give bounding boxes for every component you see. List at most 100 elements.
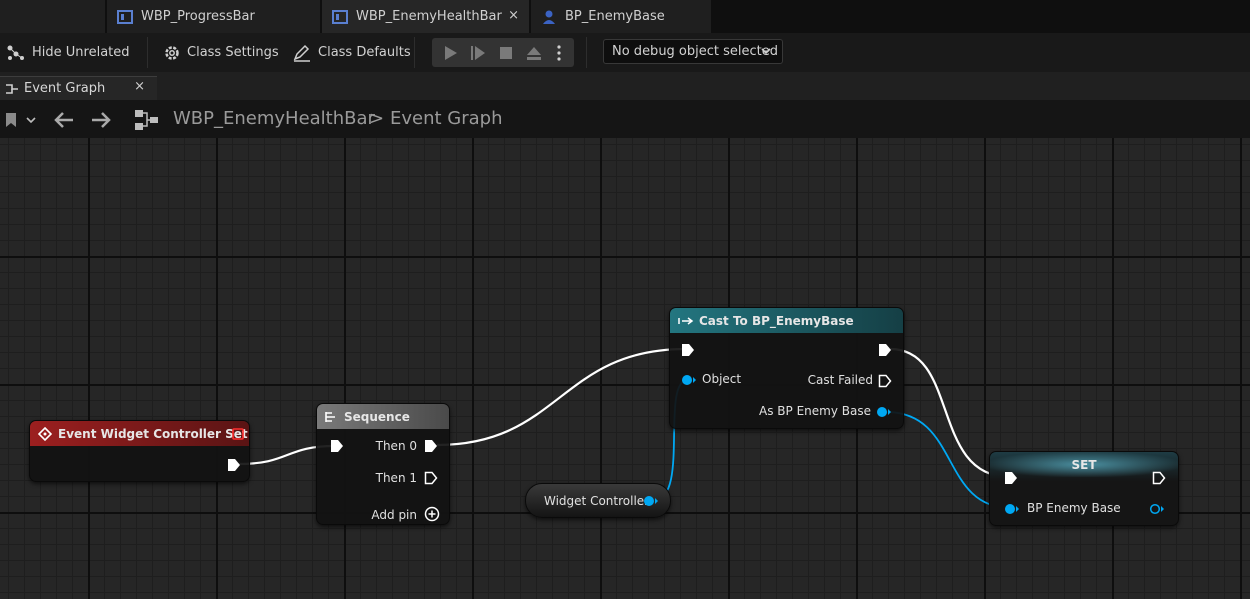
node-header: Event Widget Controller Set xyxy=(30,421,249,446)
set-input-label: BP Enemy Base xyxy=(1027,501,1121,515)
set-variable-node[interactable]: SET BP Enemy Base xyxy=(989,451,1179,526)
hide-unrelated-label: Hide Unrelated xyxy=(32,45,130,60)
actor-blueprint-icon xyxy=(543,10,555,24)
forward-arrow-icon[interactable] xyxy=(90,111,112,129)
node-title: Sequence xyxy=(344,409,410,424)
exec-out-pin-empty[interactable] xyxy=(878,374,892,388)
exec-out-pin[interactable] xyxy=(424,439,438,453)
exec-out-pin-empty[interactable] xyxy=(424,471,438,485)
sequence-icon xyxy=(325,411,335,422)
wires-layer xyxy=(237,347,1012,509)
pin-label: Cast Failed xyxy=(807,373,873,387)
pin-label: As BP Enemy Base xyxy=(759,404,871,418)
exec-in-pin[interactable] xyxy=(1004,471,1018,485)
doc-tab-bp-enemybase[interactable]: BP_EnemyBase xyxy=(531,0,711,33)
doc-tab-wbp-enemyhealthbar[interactable]: WBP_EnemyHealthBar × xyxy=(322,0,529,33)
node-title: SET xyxy=(1071,457,1097,472)
object-pin-label: Object xyxy=(702,372,741,386)
doc-tab-label: BP_EnemyBase xyxy=(565,9,665,24)
exec-out-pin[interactable] xyxy=(227,458,241,472)
eject-button[interactable] xyxy=(520,38,548,67)
exec-out-pin[interactable] xyxy=(878,343,892,357)
close-tab-icon[interactable]: × xyxy=(508,8,519,23)
graph-tab-bar: Event Graph × xyxy=(0,72,1250,100)
play-icon xyxy=(445,45,457,60)
event-graph-canvas[interactable]: Event Widget Controller Set Sequence The… xyxy=(0,138,1250,599)
pin-label: Object xyxy=(702,372,742,386)
object-in-pin[interactable] xyxy=(681,374,697,386)
add-pin-label: Add pin xyxy=(371,508,417,522)
exec-out-pin-empty[interactable] xyxy=(1152,471,1166,485)
add-pin-button[interactable]: Add pin xyxy=(371,508,417,522)
class-defaults-button[interactable]: Class Defaults xyxy=(292,33,411,72)
back-arrow-icon[interactable] xyxy=(53,111,75,129)
cast-failed-label: Cast Failed xyxy=(808,373,873,387)
doc-tab-wbp-progressbar[interactable]: WBP_ProgressBar xyxy=(107,0,320,33)
cast-to-bp-enemybase-node[interactable]: Cast To BP_EnemyBase Object Cast Failed … xyxy=(669,307,904,429)
object-out-pin[interactable] xyxy=(643,495,659,507)
object-out-pin[interactable] xyxy=(876,406,892,418)
delegate-pin-icon[interactable] xyxy=(232,428,244,440)
stop-icon xyxy=(500,46,512,59)
gear-icon xyxy=(165,45,179,60)
more-options-icon xyxy=(557,44,561,61)
cast-arrow-icon xyxy=(678,316,694,325)
pin-label: BP Enemy Base xyxy=(1027,501,1121,515)
pin-label: Then 0 xyxy=(375,439,417,453)
node-header: SET xyxy=(990,452,1178,477)
exec-in-pin[interactable] xyxy=(330,439,344,453)
class-defaults-label: Class Defaults xyxy=(318,45,411,60)
stop-button[interactable] xyxy=(492,38,520,67)
graph-hierarchy-icon[interactable] xyxy=(134,109,160,131)
debug-object-value: No debug object selected xyxy=(612,44,779,59)
step-icon xyxy=(471,45,485,60)
toolbar-divider xyxy=(586,37,587,68)
variable-name: Widget Controller xyxy=(544,494,650,508)
eject-icon xyxy=(527,46,541,60)
chevron-down-icon xyxy=(761,48,771,55)
object-in-pin[interactable] xyxy=(1004,503,1020,515)
simulation-controls xyxy=(432,38,574,67)
document-tab-bar: WBP_ProgressBar WBP_EnemyHealthBar × BP_… xyxy=(0,0,1250,33)
getter-label: Widget Controller xyxy=(544,494,649,508)
hide-unrelated-icon xyxy=(7,45,24,60)
node-title: Event Widget Controller Set xyxy=(58,426,248,441)
event-graph-icon xyxy=(6,84,18,94)
toolbar-divider xyxy=(414,37,415,68)
blueprint-toolbar: Hide Unrelated Class Settings Class Defa… xyxy=(0,33,1250,72)
exec-in-pin[interactable] xyxy=(681,343,695,357)
step-button[interactable] xyxy=(464,38,492,67)
tab-event-graph[interactable]: Event Graph × xyxy=(0,76,157,100)
add-circle-icon[interactable] xyxy=(424,506,440,522)
edit-defaults-icon xyxy=(293,44,310,62)
widget-blueprint-icon xyxy=(332,9,348,24)
hide-unrelated-button[interactable]: Hide Unrelated xyxy=(6,33,130,72)
breadcrumb-graph[interactable]: Event Graph xyxy=(390,108,503,129)
debug-object-select[interactable]: No debug object selected xyxy=(603,39,783,64)
class-settings-label: Class Settings xyxy=(187,45,279,60)
object-out-pin-empty[interactable] xyxy=(1149,503,1165,515)
class-settings-button[interactable]: Class Settings xyxy=(163,33,279,72)
sequence-then0-label: Then 0 xyxy=(376,439,417,453)
node-title: Cast To BP_EnemyBase xyxy=(699,313,854,328)
sequence-node[interactable]: Sequence Then 0 Then 1 Add pin xyxy=(316,403,450,525)
node-header: Sequence xyxy=(317,404,449,429)
breadcrumb-asset[interactable]: WBP_EnemyHealthBar xyxy=(173,108,375,129)
doc-tab-previous[interactable] xyxy=(0,0,105,33)
pin-label: Then 1 xyxy=(375,471,417,485)
close-tab-icon[interactable]: × xyxy=(134,79,145,94)
bookmark-icon[interactable] xyxy=(5,112,39,128)
play-button[interactable] xyxy=(436,38,464,67)
as-bp-enemy-base-label: As BP Enemy Base xyxy=(759,404,871,418)
play-options-button[interactable] xyxy=(548,38,570,67)
event-widget-controller-set-node[interactable]: Event Widget Controller Set xyxy=(29,420,250,482)
tab-label: Event Graph xyxy=(24,81,106,96)
widget-blueprint-icon xyxy=(117,9,133,24)
node-header: Cast To BP_EnemyBase xyxy=(670,308,903,333)
sequence-then1-label: Then 1 xyxy=(376,471,417,485)
graph-breadcrumb-bar: WBP_EnemyHealthBar > Event Graph xyxy=(0,100,1250,138)
doc-tab-label: WBP_EnemyHealthBar xyxy=(356,9,502,24)
event-diamond-icon xyxy=(38,426,52,441)
exec-wire[interactable] xyxy=(436,347,687,447)
widget-controller-getter-node[interactable]: Widget Controller xyxy=(525,483,671,518)
